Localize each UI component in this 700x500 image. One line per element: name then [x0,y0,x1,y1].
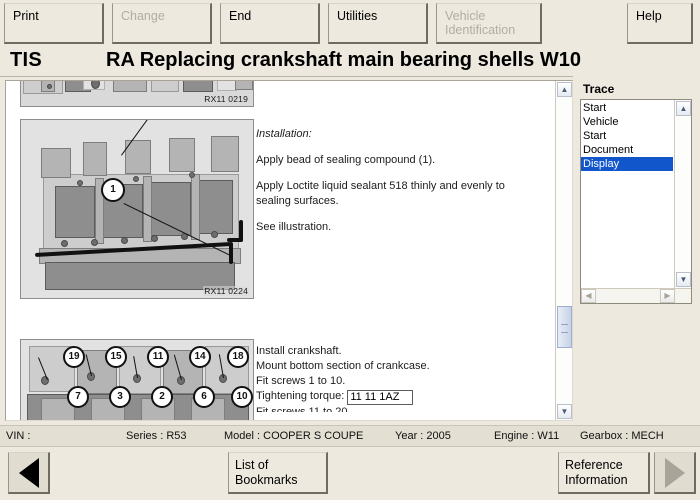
arrow-right-icon [664,457,685,488]
utilities-button[interactable]: Utilities [328,3,428,44]
status-model: Model : COOPER S COUPE [224,430,364,442]
vehicle-identification-button[interactable]: Vehicle Identification [436,3,542,44]
callout-balloon-2: 2 [151,386,173,408]
main-toolbar: Print Change End Utilities Vehicle Ident… [0,0,700,46]
bookmarks-label-line2: Bookmarks [235,473,298,487]
end-button[interactable]: End [220,3,320,44]
reference-label-line1: Reference [565,458,623,472]
vehicle-status-bar: VIN : Series : R53 Model : COOPER S COUP… [0,425,700,447]
figure-rx11-0219[interactable]: RX11 0219 [20,81,254,107]
status-vin: VIN : [6,430,31,442]
trace-scroll-right-icon[interactable]: ▶ [660,289,675,303]
trace-item-start-1[interactable]: Start [581,101,673,115]
crankshaft-line-3: Fit screws 1 to 10. [256,375,346,387]
installation-line-1: Apply bead of sealing compound (1). [256,154,436,166]
figure-3-artwork [21,340,253,420]
status-engine: Engine : W11 [494,430,560,442]
installation-line-3: sealing surfaces. [256,195,339,207]
tightening-torque-link[interactable]: 11 11 1AZ [347,390,414,405]
tis-application-window: Print Change End Utilities Vehicle Ident… [0,0,700,500]
figure-2-caption: RX11 0224 [203,286,249,296]
figure-rx11-0224[interactable]: 1 RX11 0224 [20,119,254,299]
end-button-label: End [229,9,252,23]
change-button-label: Change [121,9,165,23]
status-series: Series : R53 [126,430,187,442]
crankshaft-line-5: Fit screws 11 to 20. [256,406,351,412]
forward-button[interactable] [654,452,696,494]
trace-item-vehicle[interactable]: Vehicle [581,115,673,129]
document-scroll-content: RX11 0219 1 RX11 0224 19 15 11 14 18 7 3… [6,81,554,420]
trace-list-box[interactable]: Start Vehicle Start Document Display ▲ ▼… [580,99,692,304]
crankshaft-line-1: Install crankshaft. [256,345,342,357]
callout-balloon-19: 19 [63,346,85,368]
trace-scroll-left-icon[interactable]: ◀ [581,289,596,303]
help-button-label: Help [636,9,662,23]
installation-text-block: Installation: Apply bead of sealing comp… [256,127,546,235]
installation-heading: Installation: [256,128,312,140]
document-scrollbar-thumb[interactable] [557,306,572,348]
scroll-up-icon[interactable]: ▲ [557,82,572,97]
trace-panel-label: Trace [583,82,615,96]
back-button[interactable] [8,452,50,494]
trace-item-document[interactable]: Document [581,143,673,157]
utilities-button-label: Utilities [337,9,378,23]
callout-balloon-11: 11 [147,346,169,368]
callout-balloon-18: 18 [227,346,249,368]
application-name: TIS [10,49,43,71]
bookmarks-label-line1: List of [235,458,269,472]
installation-line-2: Apply Loctite liquid sealant 518 thinly … [256,180,505,192]
trace-scroll-up-icon[interactable]: ▲ [676,101,691,116]
figure-1-caption: RX11 0219 [203,94,249,104]
crankshaft-line-2: Mount bottom section of crankcase. [256,360,430,372]
callout-balloon-6: 6 [193,386,215,408]
install-crankshaft-text-block: Install crankshaft. Mount bottom section… [256,344,546,412]
callout-balloon-7: 7 [67,386,89,408]
print-button-label: Print [13,9,39,23]
list-of-bookmarks-button[interactable]: List of Bookmarks [228,452,328,494]
reference-information-button[interactable]: Reference Information [558,452,650,494]
vehicle-identification-label-line1: Vehicle [445,9,486,23]
tightening-torque-row: Tightening torque: 11 11 1AZ [256,389,546,405]
status-year: Year : 2005 [395,430,451,442]
trace-list: Start Vehicle Start Document Display [581,101,673,171]
callout-balloon-15: 15 [105,346,127,368]
callout-balloon-3: 3 [109,386,131,408]
trace-vertical-scrollbar[interactable]: ▲ ▼ [674,100,691,288]
page-title: RA Replacing crankshaft main bearing she… [106,49,581,71]
trace-item-start-2[interactable]: Start [581,129,673,143]
change-button[interactable]: Change [112,3,212,44]
print-button[interactable]: Print [4,3,104,44]
trace-item-display[interactable]: Display [581,157,673,171]
tightening-torque-label: Tightening torque: [256,390,345,402]
title-divider [0,76,573,77]
installation-line-4: See illustration. [256,221,332,233]
trace-scroll-down-icon[interactable]: ▼ [676,272,691,287]
document-vertical-scrollbar[interactable]: ▲ ▼ [555,81,572,420]
callout-balloon-10: 10 [231,386,253,408]
callout-balloon-1: 1 [101,178,125,202]
vehicle-identification-label-line2: Identification [445,23,516,37]
help-button[interactable]: Help [627,3,693,44]
reference-label-line2: Information [565,473,628,487]
figure-2-artwork [21,120,253,298]
document-pane: RX11 0219 1 RX11 0224 19 15 11 14 18 7 3… [5,80,573,421]
document-title-bar: TIS RA Replacing crankshaft main bearing… [0,46,700,76]
status-gearbox: Gearbox : MECH [580,430,664,442]
callout-balloon-14: 14 [189,346,211,368]
bottom-navigation-bar: List of Bookmarks Reference Information [0,448,700,500]
arrow-left-icon [18,457,39,488]
scroll-down-icon[interactable]: ▼ [557,404,572,419]
figure-crankcase-bolt-sequence[interactable]: 19 15 11 14 18 7 3 2 6 10 [20,339,254,420]
trace-horizontal-scrollbar[interactable]: ◀ ▶ [581,288,691,303]
